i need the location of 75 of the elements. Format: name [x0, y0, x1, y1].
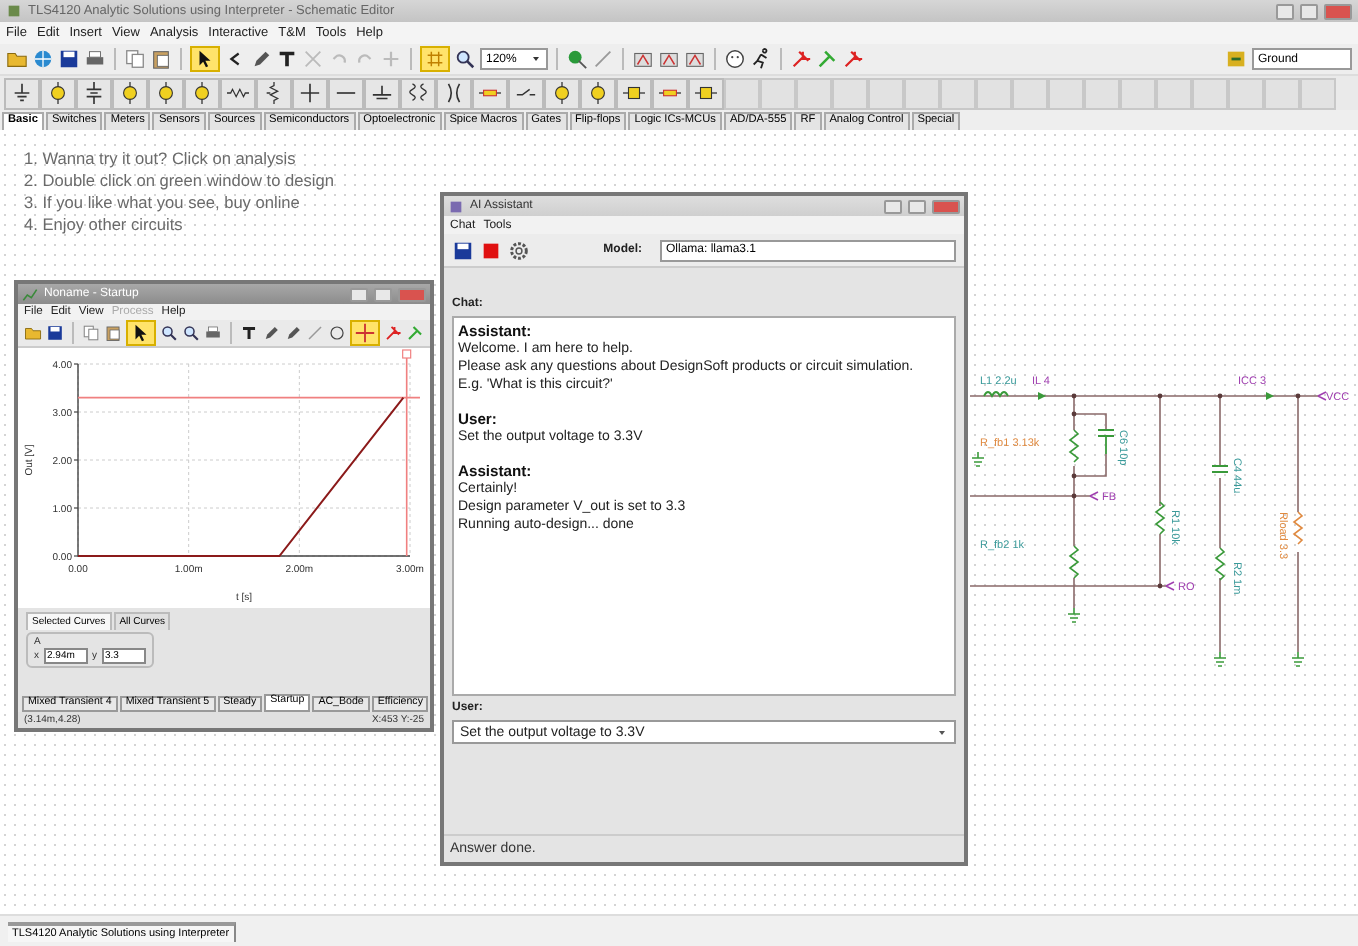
junction-icon — [298, 82, 322, 104]
component-button[interactable] — [580, 77, 616, 109]
face-icon[interactable] — [724, 48, 746, 70]
component-button[interactable] — [544, 77, 580, 109]
circle-source-icon — [118, 82, 142, 104]
component-symbol-icon — [694, 82, 718, 104]
printer-icon[interactable] — [84, 48, 106, 70]
probe-icon[interactable] — [566, 48, 588, 70]
instruction-text: 4. Enjoy other circuits — [24, 214, 185, 236]
component-button[interactable] — [328, 77, 364, 109]
component-button[interactable] — [148, 77, 184, 109]
component-button[interactable] — [688, 77, 724, 109]
component-button[interactable] — [4, 77, 40, 109]
settings-icon[interactable] — [508, 239, 530, 261]
component-button[interactable] — [220, 77, 256, 109]
search-icon[interactable] — [454, 48, 476, 70]
component-button[interactable] — [400, 77, 436, 109]
meter-icon[interactable] — [632, 48, 654, 70]
pencil-icon[interactable] — [261, 322, 280, 345]
resistor-icon — [226, 82, 250, 104]
pencil-icon[interactable] — [250, 48, 272, 70]
save-icon[interactable] — [58, 48, 80, 70]
component-button[interactable] — [76, 77, 112, 109]
line-probe-icon[interactable] — [406, 322, 425, 345]
battery-symbol-icon — [82, 82, 106, 104]
circle-source-icon — [190, 82, 214, 104]
circle-source-icon — [154, 82, 178, 104]
clipboard-icon[interactable] — [150, 48, 172, 70]
circle-tool-icon[interactable] — [328, 322, 347, 345]
meter-icon[interactable] — [658, 48, 680, 70]
instruction-text: 2. Double click on green window to design — [24, 170, 334, 192]
text-tool-icon[interactable] — [239, 322, 258, 345]
component-button[interactable] — [112, 77, 148, 109]
line-probe-icon[interactable] — [816, 48, 838, 70]
save-icon[interactable] — [46, 322, 65, 345]
transformer-icon — [406, 82, 430, 104]
arrow-probe-icon[interactable] — [790, 48, 812, 70]
component-button[interactable] — [256, 77, 292, 109]
clipboard-icon[interactable] — [103, 322, 122, 345]
copy-icon[interactable] — [81, 322, 100, 345]
copy-icon[interactable] — [124, 48, 146, 70]
folder-icon[interactable] — [6, 48, 28, 70]
pencil-icon[interactable] — [283, 322, 302, 345]
circle-source-icon — [550, 82, 574, 104]
coupled-inductor-icon — [442, 82, 466, 104]
ground-symbol-icon — [10, 82, 34, 104]
app-icon — [6, 0, 22, 22]
instruction-text: 1. Wanna try it out? Click on analysis — [24, 148, 298, 170]
close-button[interactable] — [932, 199, 960, 213]
component-button[interactable] — [436, 77, 472, 109]
cursor-line[interactable] — [402, 350, 412, 558]
component-button[interactable] — [40, 77, 76, 109]
circle-source-icon — [586, 82, 610, 104]
arrow-probe-icon[interactable] — [842, 48, 864, 70]
capacitor-icon — [370, 82, 394, 104]
arrow-probe-icon[interactable] — [384, 322, 403, 345]
running-figure-icon[interactable] — [750, 48, 772, 70]
search-icon[interactable] — [181, 322, 201, 345]
circle-source-icon — [46, 82, 70, 104]
close-button[interactable] — [1324, 3, 1352, 19]
text-tool-icon[interactable] — [276, 48, 298, 70]
component-button[interactable] — [364, 77, 400, 109]
cursor-line[interactable] — [77, 397, 421, 400]
save-icon[interactable] — [452, 239, 474, 261]
search-icon[interactable] — [159, 322, 178, 345]
component-picker-icon[interactable] — [1226, 48, 1248, 70]
component-button[interactable] — [292, 77, 328, 109]
component-symbol-icon — [622, 82, 646, 104]
meter-icon[interactable] — [684, 48, 706, 70]
component-button[interactable] — [616, 77, 652, 109]
schematic-canvas[interactable] — [0, 130, 1358, 914]
stop-icon[interactable] — [480, 239, 502, 261]
component-button[interactable] — [184, 77, 220, 109]
folder-icon[interactable] — [24, 322, 43, 345]
instruction-text: 3. If you like what you see, buy online — [24, 192, 302, 214]
